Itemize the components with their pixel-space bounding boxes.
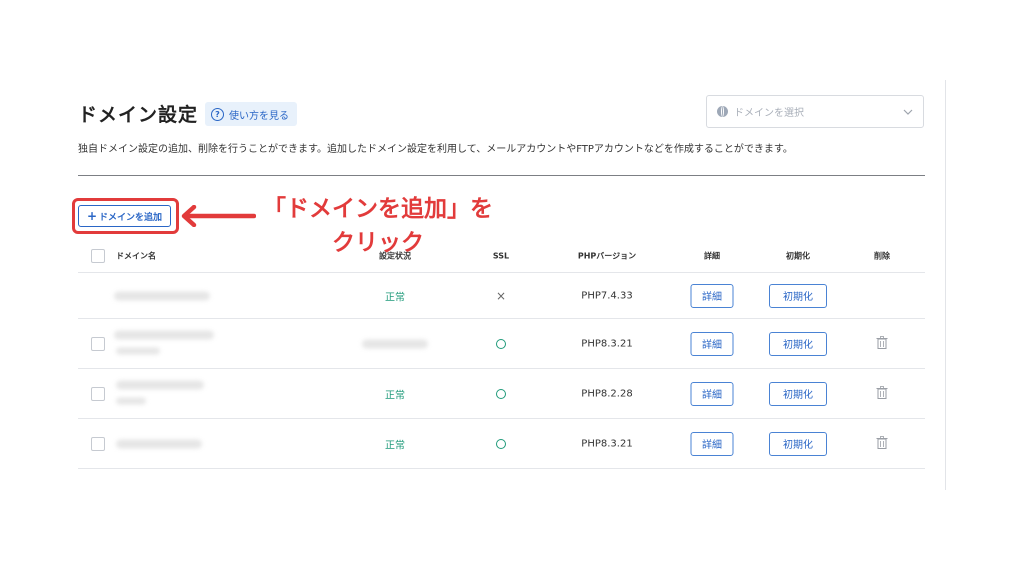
initialize-button[interactable]: 初期化 [769, 283, 827, 308]
ssl-on-icon [496, 338, 506, 349]
status-text: 正常 [385, 440, 405, 451]
chevron-down-icon [903, 105, 913, 118]
row-checkbox[interactable] [91, 336, 105, 351]
annotation-arrow-icon [181, 205, 256, 227]
trash-icon[interactable] [876, 385, 888, 402]
domain-name-redacted [116, 439, 202, 448]
table-row: 正常 PHP8.3.21 詳細 初期化 [78, 419, 925, 469]
domain-table: ドメイン名 設定状況 SSL PHPバージョン 詳細 初期化 削除 正常 × P… [78, 240, 925, 469]
detail-button[interactable]: 詳細 [690, 283, 734, 308]
plus-icon: + [86, 209, 98, 223]
trash-icon[interactable] [876, 335, 888, 352]
php-version: PHP8.2.28 [581, 388, 633, 399]
table-row: 正常 × PHP7.4.33 詳細 初期化 [78, 273, 925, 319]
domain-name-redacted [114, 291, 210, 300]
help-button[interactable]: ? 使い方を見る [205, 102, 297, 126]
page-title: ドメイン設定 [78, 104, 199, 126]
detail-button[interactable]: 詳細 [690, 431, 734, 456]
col-status: 設定状況 [379, 251, 411, 261]
trash-icon[interactable] [876, 435, 888, 452]
ssl-on-icon [496, 388, 506, 399]
question-icon: ? [211, 107, 224, 121]
status-text: 正常 [385, 292, 405, 303]
ssl-off-icon: × [495, 288, 507, 303]
status-redacted [362, 339, 428, 348]
col-php: PHPバージョン [577, 251, 637, 261]
php-version: PHP7.4.33 [581, 290, 633, 301]
add-domain-button[interactable]: + ドメインを追加 [78, 205, 171, 227]
col-delete: 削除 [874, 251, 890, 261]
row-checkbox[interactable] [91, 386, 105, 401]
table-row: 正常 PHP8.2.28 詳細 初期化 [78, 369, 925, 419]
domain-select[interactable]: ドメインを選択 [706, 95, 924, 128]
table-row: PHP8.3.21 詳細 初期化 [78, 319, 925, 369]
initialize-button[interactable]: 初期化 [769, 381, 827, 406]
page-description: 独自ドメイン設定の追加、削除を行うことができます。追加したドメイン設定を利用して… [78, 144, 793, 155]
col-detail: 詳細 [704, 251, 720, 261]
initialize-button[interactable]: 初期化 [769, 331, 827, 356]
add-domain-label: ドメインを追加 [99, 212, 163, 223]
status-text: 正常 [385, 390, 405, 401]
col-domain: ドメイン名 [116, 251, 156, 261]
col-init: 初期化 [786, 251, 810, 261]
table-header: ドメイン名 設定状況 SSL PHPバージョン 詳細 初期化 削除 [78, 240, 925, 273]
row-checkbox[interactable] [91, 436, 105, 451]
annotation-line-1: 「ドメインを追加」を [263, 196, 493, 222]
domain-select-placeholder: ドメインを選択 [734, 108, 804, 119]
detail-button[interactable]: 詳細 [690, 331, 734, 356]
php-version: PHP8.3.21 [581, 438, 633, 449]
domain-subtext-redacted [116, 347, 160, 355]
col-ssl: SSL [492, 251, 510, 261]
domain-name-redacted [114, 330, 214, 340]
ssl-on-icon [496, 438, 506, 449]
initialize-button[interactable]: 初期化 [769, 431, 827, 456]
domain-subtext-redacted [116, 397, 146, 405]
php-version: PHP8.3.21 [581, 338, 633, 349]
globe-icon [717, 106, 728, 117]
select-all-checkbox[interactable] [91, 249, 105, 263]
domain-name-redacted [116, 380, 204, 390]
help-button-label: 使い方を見る [229, 110, 289, 122]
divider [78, 175, 925, 176]
detail-button[interactable]: 詳細 [690, 381, 734, 406]
